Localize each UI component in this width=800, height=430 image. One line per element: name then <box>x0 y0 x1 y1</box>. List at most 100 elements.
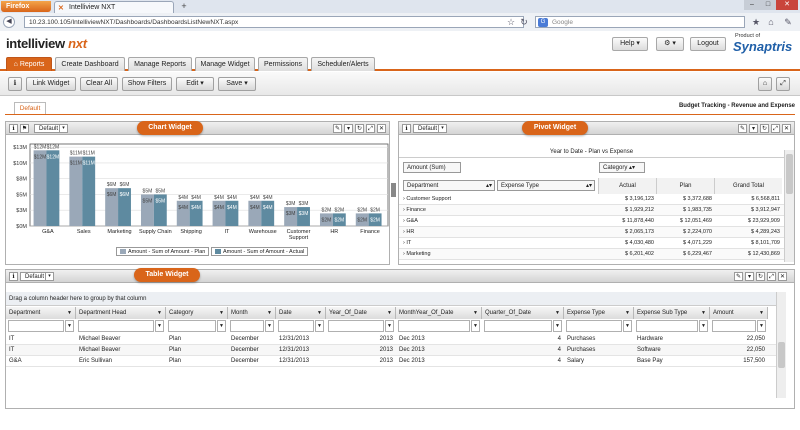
pivot-view-select[interactable]: Default ▾ <box>413 124 447 133</box>
column-filter-input[interactable] <box>278 320 314 332</box>
maximize-button[interactable]: □ <box>760 0 776 10</box>
filter-dropdown-icon[interactable]: ▼ <box>265 320 274 332</box>
browser-tab[interactable]: ✕ Intelliview NXT <box>54 1 174 13</box>
maximize-icon[interactable]: ⤢ <box>767 272 776 281</box>
column-header[interactable]: Category ▼ <box>166 307 228 319</box>
filter-dropdown-icon[interactable]: ▼ <box>217 320 226 332</box>
pivot-row[interactable]: › Marketing $ 6,201,402 $ 6,229,467 $ 12,43… <box>399 249 784 260</box>
filter-icon[interactable]: ▼ <box>555 307 560 319</box>
info-icon[interactable]: ℹ <box>9 272 18 281</box>
edit-icon[interactable]: ✎ <box>738 124 747 133</box>
show-filters-button[interactable]: Show Filters <box>122 77 172 91</box>
save-button[interactable]: Save ▾ <box>218 77 256 91</box>
filter-dropdown-icon[interactable]: ▼ <box>623 320 632 332</box>
maximize-icon[interactable]: ⤢ <box>366 124 375 133</box>
tab-manage-widget[interactable]: Manage Widget <box>195 57 255 71</box>
pivot-row-field-expense-type[interactable]: Expense Type ▴▾ <box>497 180 595 191</box>
filter-icon[interactable]: ▼ <box>625 307 630 319</box>
chevron-down-icon[interactable]: ▾ <box>344 124 353 133</box>
filter-icon[interactable]: ▼ <box>157 307 162 319</box>
edit-button[interactable]: Edit ▾ <box>176 77 214 91</box>
close-icon[interactable]: ✕ <box>377 124 386 133</box>
filter-dropdown-icon[interactable]: ▼ <box>385 320 394 332</box>
group-by-area[interactable]: Drag a column header here to group by th… <box>6 292 776 306</box>
info-icon[interactable]: ℹ <box>402 124 411 133</box>
column-header[interactable]: Department ▼ <box>6 307 76 319</box>
filter-icon[interactable]: ▼ <box>219 307 224 319</box>
column-header[interactable]: Date ▼ <box>276 307 326 319</box>
filter-dropdown-icon[interactable]: ▼ <box>315 320 324 332</box>
column-filter-input[interactable] <box>78 320 154 332</box>
filter-dropdown-icon[interactable]: ▼ <box>757 320 766 332</box>
clear-all-button[interactable]: Clear All <box>80 77 118 91</box>
scrollbar-thumb[interactable] <box>778 342 785 368</box>
column-header[interactable]: Amount ▼ <box>710 307 768 319</box>
url-bar[interactable]: 10.23.100.105/IntelliviewNXT/Dashboards/… <box>24 16 524 28</box>
column-header[interactable]: Quarter_Of_Date ▼ <box>482 307 564 319</box>
home-icon[interactable]: ⌂ <box>765 16 777 28</box>
column-filter-input[interactable] <box>328 320 384 332</box>
table-view-select[interactable]: Default ▾ <box>20 272 54 281</box>
back-icon[interactable]: ◀ <box>3 16 15 28</box>
pivot-column-field[interactable]: Category ▴▾ <box>599 162 645 173</box>
column-header[interactable]: Year_Of_Date ▼ <box>326 307 396 319</box>
column-header[interactable]: Expense Sub Type ▼ <box>634 307 710 319</box>
close-window-button[interactable]: ✕ <box>776 0 798 10</box>
refresh-icon[interactable]: ↻ <box>355 124 364 133</box>
tab-create-dashboard[interactable]: Create Dashboard <box>55 57 125 71</box>
bookmarks-icon[interactable]: ★ <box>750 16 762 28</box>
table-scrollbar[interactable] <box>776 292 786 398</box>
column-header[interactable]: Month ▼ <box>228 307 276 319</box>
filter-dropdown-icon[interactable]: ▼ <box>471 320 480 332</box>
settings-button[interactable]: ⚙ ▾ <box>656 37 684 51</box>
filter-icon[interactable]: ▼ <box>701 307 706 319</box>
filter-dropdown-icon[interactable]: ▼ <box>553 320 562 332</box>
column-filter-input[interactable] <box>712 320 756 332</box>
column-filter-input[interactable] <box>398 320 470 332</box>
filter-icon[interactable]: ▼ <box>759 307 764 319</box>
filter-icon[interactable]: ▼ <box>67 307 72 319</box>
reload-icon[interactable]: ↻ <box>518 16 530 28</box>
refresh-icon[interactable]: ↻ <box>756 272 765 281</box>
close-icon[interactable]: ✕ <box>778 272 787 281</box>
pivot-row-field-department[interactable]: Department ▴▾ <box>403 180 495 191</box>
filter-dropdown-icon[interactable]: ▼ <box>155 320 164 332</box>
dashboard-tab-default[interactable]: Default <box>14 102 46 114</box>
star-icon[interactable]: ☆ <box>505 16 517 28</box>
maximize-icon[interactable]: ⤢ <box>771 124 780 133</box>
minimize-button[interactable]: – <box>744 0 760 10</box>
column-header[interactable]: Department Head ▼ <box>76 307 166 319</box>
pivot-row[interactable]: › Customer Support $ 3,196,123 $ 3,372,688… <box>399 194 784 205</box>
edit-icon[interactable]: ✎ <box>734 272 743 281</box>
tab-manage-reports[interactable]: Manage Reports <box>128 57 192 71</box>
pivot-row[interactable]: › HR $ 2,065,173 $ 2,224,070 $ 4,289,243 <box>399 227 784 238</box>
home-icon[interactable]: ⌂ <box>758 77 772 91</box>
search-input[interactable]: G Google <box>535 16 745 28</box>
scrollbar-thumb[interactable] <box>786 154 793 194</box>
help-button[interactable]: Help ▾ <box>612 37 648 51</box>
flag-icon[interactable]: ⚑ <box>20 124 29 133</box>
pivot-scrollbar[interactable] <box>784 150 794 262</box>
pivot-measure-field[interactable]: Amount (Sum) <box>403 162 461 173</box>
tab-permissions[interactable]: Permissions <box>258 57 308 71</box>
column-filter-input[interactable] <box>168 320 216 332</box>
pivot-row[interactable]: › IT $ 4,030,480 $ 4,071,229 $ 8,101,709 <box>399 238 784 249</box>
addon-icon[interactable]: ✎ <box>782 16 794 28</box>
link-widget-button[interactable]: Link Widget <box>26 77 76 91</box>
filter-icon[interactable]: ▼ <box>317 307 322 319</box>
close-icon[interactable]: ✕ <box>782 124 791 133</box>
chevron-down-icon[interactable]: ▾ <box>749 124 758 133</box>
tab-reports[interactable]: ⌂ Reports <box>6 57 52 71</box>
column-filter-input[interactable] <box>8 320 64 332</box>
pivot-row[interactable]: › G&A $ 11,878,440 $ 12,051,469 $ 23,929,90… <box>399 216 784 227</box>
column-header[interactable]: MonthYear_Of_Date ▼ <box>396 307 482 319</box>
info-icon[interactable]: ℹ <box>8 77 22 91</box>
filter-icon[interactable]: ▼ <box>267 307 272 319</box>
expand-icon[interactable]: ⤢ <box>776 77 790 91</box>
firefox-menu-button[interactable]: Firefox <box>1 1 51 12</box>
tab-scheduler-alerts[interactable]: Scheduler/Alerts <box>311 57 375 71</box>
chart-view-select[interactable]: Default ▾ <box>34 124 68 133</box>
column-filter-input[interactable] <box>636 320 698 332</box>
column-filter-input[interactable] <box>566 320 622 332</box>
edit-icon[interactable]: ✎ <box>333 124 342 133</box>
